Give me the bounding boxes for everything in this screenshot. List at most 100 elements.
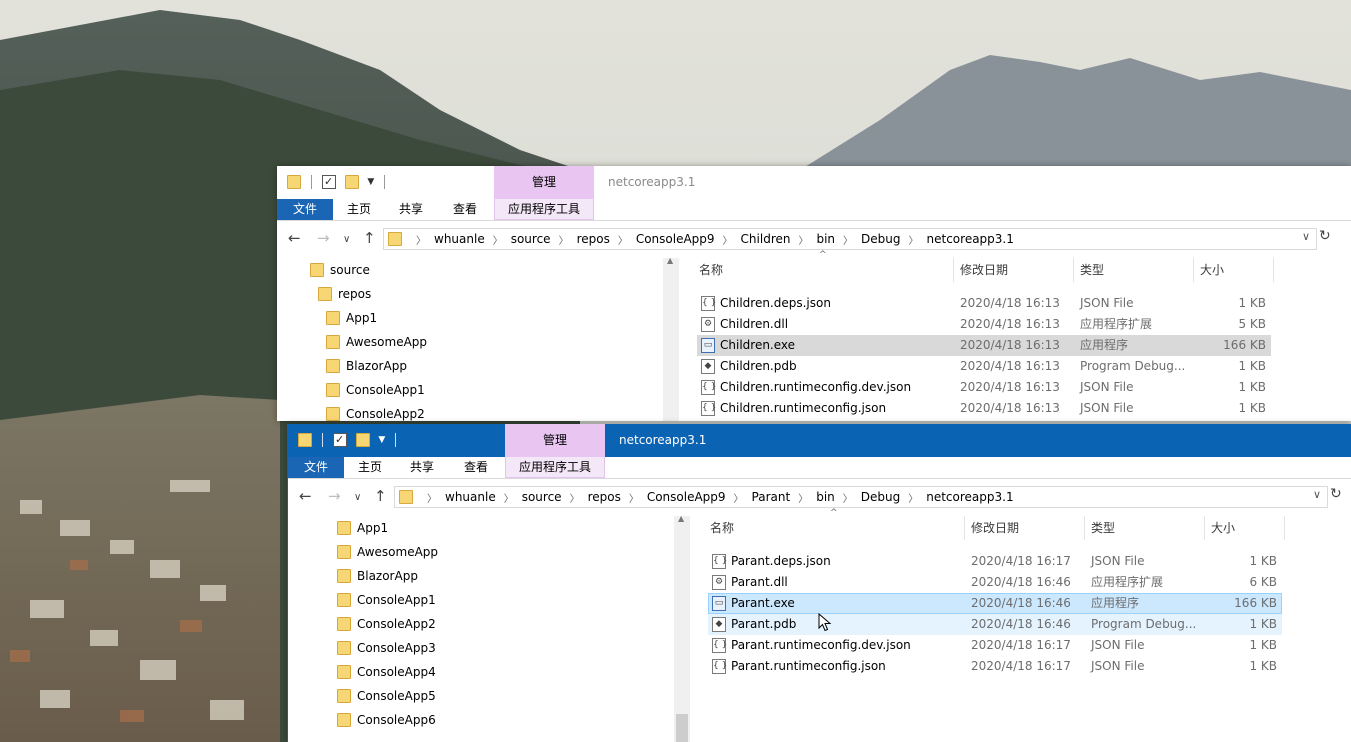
breadcrumb-item[interactable]: whuanle	[434, 232, 485, 246]
column-header-type[interactable]: 类型	[1080, 258, 1104, 282]
breadcrumb-item[interactable]: source	[522, 490, 562, 504]
scroll-up-icon[interactable]: ▲	[667, 256, 673, 265]
file-row-selected[interactable]: ▭ Parant.exe 2020/4/18 16:46 应用程序 166 KB	[708, 593, 1282, 614]
breadcrumb-item[interactable]: Debug	[861, 490, 900, 504]
address-bar[interactable]: 〉 whuanle 〉 source 〉 repos 〉 ConsoleApp9…	[394, 486, 1328, 508]
refresh-icon[interactable]: ↻	[1330, 486, 1342, 502]
scrollbar-thumb[interactable]	[676, 714, 688, 742]
scroll-up-icon[interactable]: ▲	[678, 516, 684, 523]
tab-application-tools[interactable]: 应用程序工具	[505, 457, 605, 478]
refresh-icon[interactable]: ↻	[1319, 228, 1331, 244]
file-row[interactable]: { } Children.runtimeconfig.json 2020/4/1…	[697, 398, 1271, 419]
forward-arrow-icon[interactable]: →	[317, 228, 330, 248]
customize-quick-access-icon[interactable]: ▼	[378, 435, 385, 445]
nav-item-blazorapp[interactable]: BlazorApp	[326, 354, 407, 378]
back-arrow-icon[interactable]: ←	[299, 486, 312, 506]
nav-item-consoleapp6[interactable]: ConsoleApp6	[337, 708, 436, 732]
title-bar[interactable]: ✓ ▼ 管理 netcoreapp3.1	[277, 166, 1351, 199]
file-row[interactable]: { } Children.runtimeconfig.dev.json 2020…	[697, 377, 1271, 398]
tab-home[interactable]: 主页	[344, 457, 396, 478]
forward-arrow-icon[interactable]: →	[328, 486, 341, 506]
column-header-name[interactable]: 名称	[699, 258, 723, 282]
breadcrumb-item[interactable]: ConsoleApp9	[636, 232, 715, 246]
tab-application-tools[interactable]: 应用程序工具	[494, 199, 594, 220]
tab-file[interactable]: 文件	[277, 199, 333, 220]
nav-item-consoleapp2[interactable]: ConsoleApp2	[326, 402, 425, 421]
column-header-size[interactable]: 大小	[1211, 516, 1235, 540]
recent-locations-chevron-icon[interactable]: ∨	[354, 488, 361, 508]
file-row[interactable]: { } Parant.runtimeconfig.json 2020/4/18 …	[708, 656, 1282, 677]
nav-item-awesomeapp[interactable]: AwesomeApp	[337, 540, 438, 564]
column-divider[interactable]	[1193, 258, 1194, 282]
customize-quick-access-icon[interactable]: ▼	[367, 177, 374, 187]
file-row[interactable]: { } Parant.runtimeconfig.dev.json 2020/4…	[708, 635, 1282, 656]
file-row[interactable]: { } Parant.deps.json 2020/4/18 16:17 JSO…	[708, 551, 1282, 572]
tab-share[interactable]: 共享	[385, 199, 437, 220]
nav-item-source[interactable]: source	[310, 258, 370, 282]
breadcrumb-item[interactable]: netcoreapp3.1	[926, 490, 1013, 504]
column-divider[interactable]	[953, 258, 954, 282]
breadcrumb-item[interactable]: Children	[741, 232, 791, 246]
file-row[interactable]: ◆ Children.pdb 2020/4/18 16:13 Program D…	[697, 356, 1271, 377]
breadcrumb-item[interactable]: Parant	[752, 490, 791, 504]
file-size: 1 KB	[1249, 638, 1277, 652]
tab-view[interactable]: 查看	[437, 199, 493, 220]
nav-item-app1[interactable]: App1	[326, 306, 377, 330]
column-header-modified[interactable]: 修改日期	[960, 258, 1008, 282]
nav-item-repos[interactable]: repos	[318, 282, 371, 306]
tab-share[interactable]: 共享	[396, 457, 448, 478]
nav-item-consoleapp5[interactable]: ConsoleApp5	[337, 684, 436, 708]
breadcrumb-item[interactable]: repos	[577, 232, 610, 246]
recent-locations-chevron-icon[interactable]: ∨	[343, 230, 350, 250]
nav-item-awesomeapp[interactable]: AwesomeApp	[326, 330, 427, 354]
address-bar[interactable]: 〉 whuanle 〉 source 〉 repos 〉 ConsoleApp9…	[383, 228, 1317, 250]
column-header-name[interactable]: 名称	[710, 516, 734, 540]
column-divider[interactable]	[1084, 516, 1085, 540]
column-divider[interactable]	[1284, 516, 1285, 540]
breadcrumb-item[interactable]: ConsoleApp9	[647, 490, 726, 504]
up-arrow-icon[interactable]: ↑	[363, 228, 376, 248]
new-folder-icon[interactable]	[356, 432, 371, 447]
back-arrow-icon[interactable]: ←	[288, 228, 301, 248]
column-divider[interactable]	[1273, 258, 1274, 282]
address-dropdown-icon[interactable]: ∨	[1302, 230, 1310, 243]
file-row[interactable]: ⚙ Parant.dll 2020/4/18 16:46 应用程序扩展 6 KB	[708, 572, 1282, 593]
file-row[interactable]: ⚙ Children.dll 2020/4/18 16:13 应用程序扩展 5 …	[697, 314, 1271, 335]
nav-item-consoleapp3[interactable]: ConsoleApp3	[337, 636, 436, 660]
address-dropdown-icon[interactable]: ∨	[1313, 488, 1321, 501]
file-row-hover[interactable]: ◆ Parant.pdb 2020/4/18 16:46 Program Deb…	[708, 614, 1282, 635]
column-header-type[interactable]: 类型	[1091, 516, 1115, 540]
nav-scrollbar[interactable]: ▲	[674, 516, 690, 742]
nav-item-consoleapp1[interactable]: ConsoleApp1	[326, 378, 425, 402]
breadcrumb-item[interactable]: Debug	[861, 232, 900, 246]
explorer-window-parant[interactable]: ✓ ▼ 管理 netcoreapp3.1 文件 主页 共享 查看 应用程序工具 …	[287, 424, 1351, 742]
nav-item-consoleapp2[interactable]: ConsoleApp2	[337, 612, 436, 636]
nav-item-blazorapp[interactable]: BlazorApp	[337, 564, 418, 588]
breadcrumb-item[interactable]: repos	[588, 490, 621, 504]
file-row[interactable]: { } Children.deps.json 2020/4/18 16:13 J…	[697, 293, 1271, 314]
breadcrumb-item[interactable]: whuanle	[445, 490, 496, 504]
new-folder-icon[interactable]	[345, 174, 360, 189]
nav-item-consoleapp4[interactable]: ConsoleApp4	[337, 660, 436, 684]
explorer-window-children[interactable]: ✓ ▼ 管理 netcoreapp3.1 文件 主页 共享 查看 应用程序工具 …	[277, 166, 1351, 421]
properties-icon[interactable]: ✓	[332, 432, 347, 447]
up-arrow-icon[interactable]: ↑	[374, 486, 387, 506]
tab-view[interactable]: 查看	[448, 457, 504, 478]
tab-file[interactable]: 文件	[288, 457, 344, 478]
column-header-modified[interactable]: 修改日期	[971, 516, 1019, 540]
breadcrumb-item[interactable]: bin	[816, 490, 835, 504]
breadcrumb-item[interactable]: bin	[816, 232, 835, 246]
breadcrumb-item[interactable]: netcoreapp3.1	[927, 232, 1014, 246]
nav-scrollbar[interactable]: ▲	[663, 256, 679, 421]
file-row-selected[interactable]: ▭ Children.exe 2020/4/18 16:13 应用程序 166 …	[697, 335, 1271, 356]
nav-item-app1[interactable]: App1	[337, 516, 388, 540]
title-bar[interactable]: ✓ ▼ 管理 netcoreapp3.1	[288, 424, 1351, 457]
nav-item-consoleapp1[interactable]: ConsoleApp1	[337, 588, 436, 612]
properties-icon[interactable]: ✓	[321, 174, 336, 189]
column-header-size[interactable]: 大小	[1200, 258, 1224, 282]
column-divider[interactable]	[1204, 516, 1205, 540]
breadcrumb-item[interactable]: source	[511, 232, 551, 246]
column-divider[interactable]	[964, 516, 965, 540]
column-divider[interactable]	[1073, 258, 1074, 282]
tab-home[interactable]: 主页	[333, 199, 385, 220]
